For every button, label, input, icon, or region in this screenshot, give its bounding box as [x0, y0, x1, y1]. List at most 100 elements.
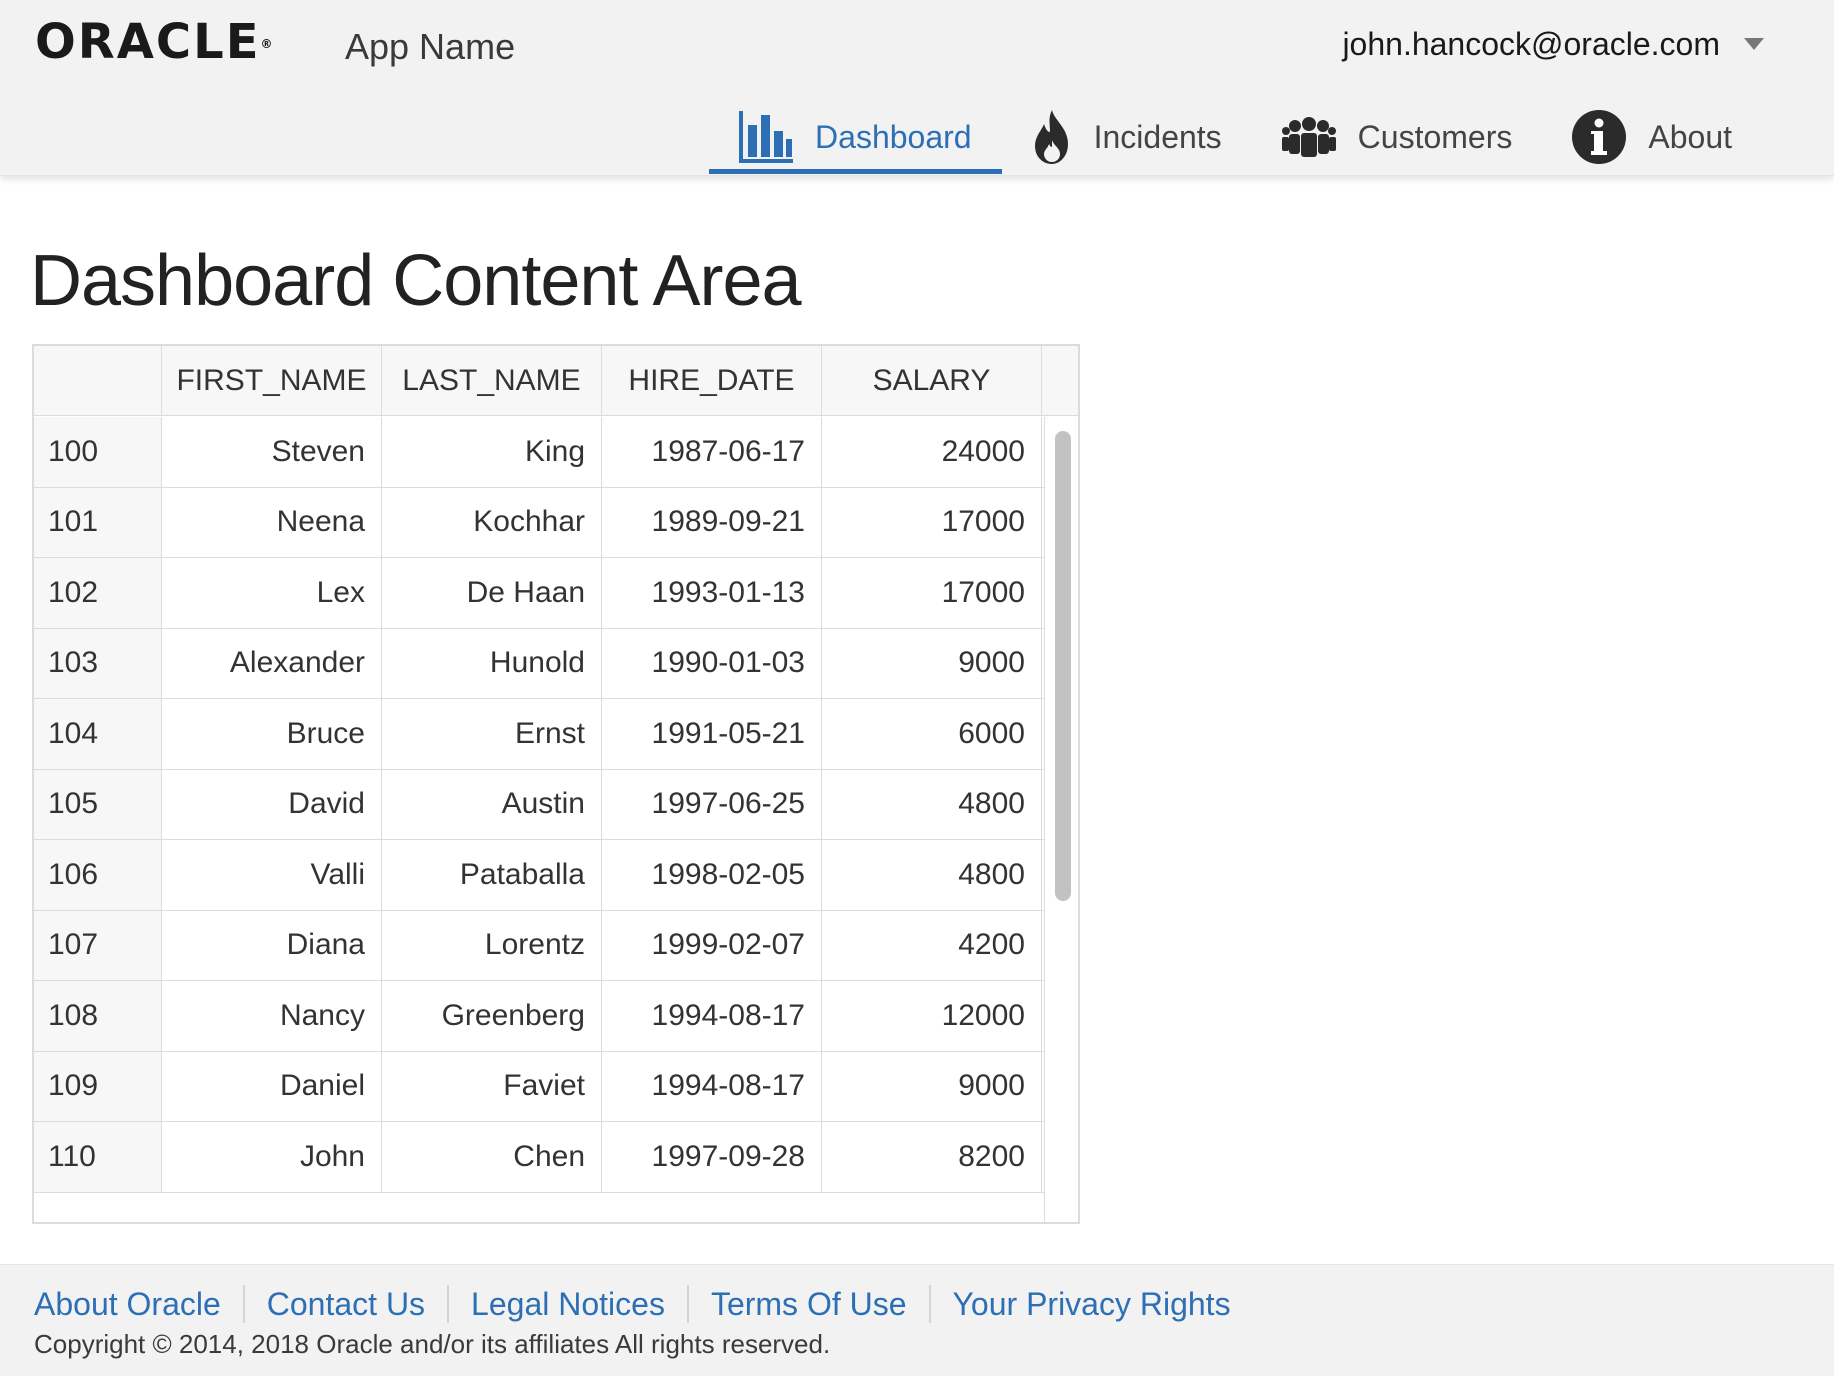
table-row[interactable]: 103 Alexander Hunold 1990-01-03 9000: [34, 628, 1044, 699]
footer-link[interactable]: Your Privacy Rights: [928, 1285, 1253, 1323]
nav-label: Customers: [1357, 118, 1513, 155]
cell-id: 109: [34, 1051, 162, 1121]
copyright-text: Copyright © 2014, 2018 Oracle and/or its…: [34, 1329, 831, 1359]
caret-down-icon: [1744, 38, 1764, 50]
app-name: App Name: [345, 26, 516, 67]
flame-icon: [1034, 110, 1068, 164]
nav-item-customers[interactable]: Customers: [1252, 100, 1543, 174]
cell-last-name: Hunold: [382, 628, 602, 698]
cell-id: 108: [34, 981, 162, 1051]
nav-item-about[interactable]: About: [1542, 100, 1762, 174]
vertical-scrollbar[interactable]: [1044, 417, 1078, 1222]
table-row[interactable]: 101 Neena Kochhar 1989-09-21 17000: [34, 487, 1044, 558]
employees-table: FIRST_NAME LAST_NAME HIRE_DATE SALARY 10…: [32, 344, 1080, 1224]
cell-first-name: Bruce: [162, 699, 382, 769]
table-row[interactable]: 102 Lex De Haan 1993-01-13 17000: [34, 558, 1044, 629]
cell-first-name: Diana: [162, 910, 382, 980]
footer-link[interactable]: Contact Us: [242, 1285, 447, 1323]
cell-salary: 9000: [822, 628, 1042, 698]
people-icon: [1281, 117, 1336, 157]
table-row[interactable]: 105 David Austin 1997-06-25 4800: [34, 769, 1044, 840]
cell-salary: 4200: [822, 910, 1042, 980]
cell-id: 103: [34, 628, 162, 698]
cell-first-name: David: [162, 769, 382, 839]
cell-first-name: Alexander: [162, 628, 382, 698]
cell-first-name: Lex: [162, 558, 382, 628]
cell-hire-date: 1994-08-17: [602, 1051, 822, 1121]
nav-label: Incidents: [1093, 118, 1222, 155]
cell-salary: 9000: [822, 1051, 1042, 1121]
footer-link[interactable]: About Oracle: [34, 1285, 243, 1323]
table-row[interactable]: 107 Diana Lorentz 1999-02-07 4200: [34, 910, 1044, 981]
user-menu[interactable]: john.hancock@oracle.com: [1342, 22, 1764, 66]
table-row[interactable]: 104 Bruce Ernst 1991-05-21 6000: [34, 699, 1044, 770]
cell-first-name: John: [162, 1122, 382, 1192]
table-row[interactable]: 108 Nancy Greenberg 1994-08-17 12000: [34, 981, 1044, 1052]
cell-salary: 4800: [822, 769, 1042, 839]
cell-hire-date: 1994-08-17: [602, 981, 822, 1051]
cell-last-name: Greenberg: [382, 981, 602, 1051]
cell-id: 100: [34, 417, 162, 487]
cell-hire-date: 1987-06-17: [602, 417, 822, 487]
table-row[interactable]: 100 Steven King 1987-06-17 24000: [34, 417, 1044, 488]
cell-salary: 12000: [822, 981, 1042, 1051]
column-header-salary[interactable]: SALARY: [822, 346, 1042, 416]
cell-last-name: Ernst: [382, 699, 602, 769]
cell-hire-date: 1998-02-05: [602, 840, 822, 910]
cell-last-name: Pataballa: [382, 840, 602, 910]
scrollbar-thumb[interactable]: [1055, 431, 1071, 901]
table-row[interactable]: 106 Valli Pataballa 1998-02-05 4800: [34, 840, 1044, 911]
cell-first-name: Valli: [162, 840, 382, 910]
cell-hire-date: 1993-01-13: [602, 558, 822, 628]
cell-hire-date: 1989-09-21: [602, 487, 822, 557]
bar-chart-icon: [739, 111, 794, 163]
cell-salary: 24000: [822, 417, 1042, 487]
cell-salary: 8200: [822, 1122, 1042, 1192]
cell-first-name: Neena: [162, 487, 382, 557]
registered-mark: ®: [260, 37, 275, 51]
page-footer: About Oracle Contact Us Legal Notices Terms…: [0, 1264, 1834, 1376]
cell-last-name: De Haan: [382, 558, 602, 628]
cell-salary: 17000: [822, 558, 1042, 628]
cell-salary: 6000: [822, 699, 1042, 769]
nav-label: About: [1648, 118, 1732, 155]
page-title: Dashboard Content Area: [30, 241, 802, 321]
cell-last-name: Kochhar: [382, 487, 602, 557]
column-header-first-name[interactable]: FIRST_NAME: [162, 346, 382, 416]
cell-salary: 4800: [822, 840, 1042, 910]
cell-id: 104: [34, 699, 162, 769]
nav-item-incidents[interactable]: Incidents: [1002, 100, 1252, 174]
user-email: john.hancock@oracle.com: [1342, 25, 1720, 62]
cell-first-name: Daniel: [162, 1051, 382, 1121]
column-header-hire-date[interactable]: HIRE_DATE: [602, 346, 822, 416]
cell-id: 101: [34, 487, 162, 557]
cell-salary: 17000: [822, 487, 1042, 557]
table-row[interactable]: 110 John Chen 1997-09-28 8200: [34, 1122, 1044, 1193]
table-row[interactable]: 109 Daniel Faviet 1994-08-17 9000: [34, 1051, 1044, 1122]
cell-first-name: Steven: [162, 417, 382, 487]
cell-id: 110: [34, 1122, 162, 1192]
footer-link[interactable]: Legal Notices: [447, 1285, 687, 1323]
cell-id: 102: [34, 558, 162, 628]
cell-id: 107: [34, 910, 162, 980]
column-header-last-name[interactable]: LAST_NAME: [382, 346, 602, 416]
nav-item-dashboard[interactable]: Dashboard: [709, 100, 1002, 174]
cell-hire-date: 1997-09-28: [602, 1122, 822, 1192]
footer-links: About Oracle Contact Us Legal Notices Terms…: [34, 1285, 1253, 1323]
cell-hire-date: 1999-02-07: [602, 910, 822, 980]
app-header: ORACLE® App Name john.hancock@oracle.com…: [0, 0, 1834, 176]
logo-text: ORACLE: [35, 14, 261, 70]
cell-last-name: King: [382, 417, 602, 487]
cell-hire-date: 1991-05-21: [602, 699, 822, 769]
info-icon: [1572, 110, 1627, 164]
cell-hire-date: 1997-06-25: [602, 769, 822, 839]
column-header-id[interactable]: [34, 346, 162, 416]
cell-hire-date: 1990-01-03: [602, 628, 822, 698]
table-header: FIRST_NAME LAST_NAME HIRE_DATE SALARY: [34, 346, 1078, 416]
scrollbar-header-spacer: [1042, 346, 1078, 416]
cell-id: 106: [34, 840, 162, 910]
footer-link[interactable]: Terms Of Use: [686, 1285, 929, 1323]
cell-last-name: Chen: [382, 1122, 602, 1192]
oracle-logo[interactable]: ORACLE®: [35, 18, 275, 66]
table-body: 100 Steven King 1987-06-17 24000 101 Neena Koch…: [34, 417, 1044, 1222]
